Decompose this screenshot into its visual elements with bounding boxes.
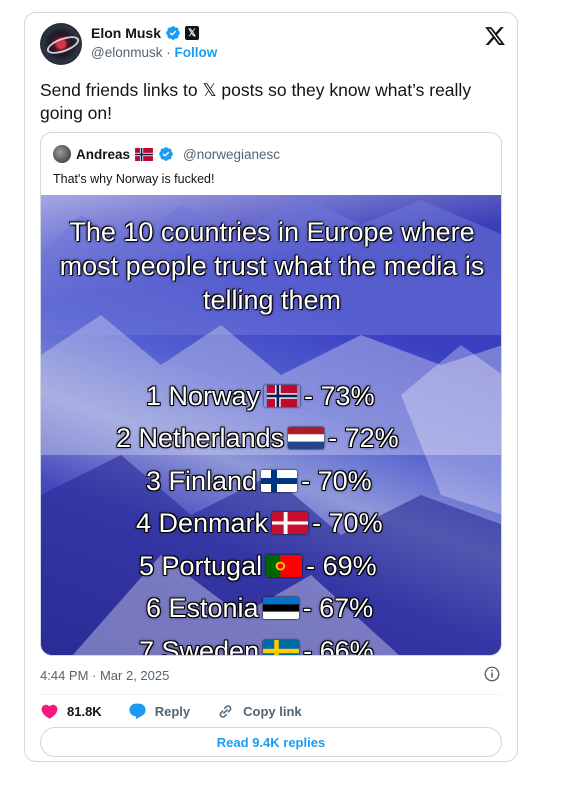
ranking-row: 5 Portugal - 69% <box>139 548 377 584</box>
ranking-row: 1 Norway - 73% <box>146 378 375 414</box>
link-icon <box>219 704 232 718</box>
quoted-post-image[interactable]: The 10 countries in Europe where most pe… <box>41 195 501 656</box>
ranking-label: 6 Estonia <box>146 592 259 623</box>
verified-badge-icon <box>159 147 173 161</box>
ranking-value: - 67% <box>302 592 374 623</box>
ranking-row: 6 Estonia - 67% <box>146 590 373 626</box>
embedded-post-card: Elon Musk 𝕏 @elonmusk · Follow Send frie… <box>24 12 518 762</box>
author-handle[interactable]: @elonmusk <box>91 45 162 60</box>
action-bar: 81.8K Reply Copy link <box>40 701 328 721</box>
x-affiliation-icon: 𝕏 <box>185 26 200 40</box>
like-button[interactable]: 81.8K <box>40 701 102 721</box>
ranking-value: - 70% <box>312 507 383 538</box>
read-replies-button[interactable]: Read 9.4K replies <box>40 727 502 757</box>
ranking-value: - 66% <box>303 635 374 656</box>
reply-button[interactable]: Reply <box>128 701 190 721</box>
denmark-flag-icon <box>272 512 309 534</box>
verified-badge-icon <box>166 26 180 40</box>
reply-bubble-icon <box>129 703 146 719</box>
finland-flag-icon <box>261 470 298 492</box>
ranking-label: 1 Norway <box>146 380 261 411</box>
norway-flag-icon <box>266 385 298 407</box>
ranking-value: - 69% <box>306 550 377 581</box>
quoted-post-header: Andreas @norwegianesc <box>53 145 280 163</box>
post-timestamp[interactable]: 4:44 PM · Mar 2, 2025 <box>40 668 169 683</box>
post-header: Elon Musk 𝕏 @elonmusk · Follow <box>40 23 506 67</box>
ranking-row: 3 Finland - 70% <box>146 463 372 499</box>
ranking-value: - 70% <box>301 465 372 496</box>
ranking-label: 4 Denmark <box>136 507 269 538</box>
ranking-value: - 72% <box>328 422 399 453</box>
follow-button[interactable]: Follow <box>175 45 218 60</box>
ranking-row: 7 Sweden - 66% <box>139 633 374 656</box>
ranking-label: 7 Sweden <box>139 635 260 656</box>
ranking-label: 3 Finland <box>146 465 258 496</box>
divider <box>40 694 502 695</box>
quoted-post[interactable]: Andreas @norwegianesc That's why Norway … <box>40 132 502 656</box>
author-name-row: Elon Musk 𝕏 <box>91 25 200 41</box>
info-icon[interactable] <box>483 665 501 683</box>
quoted-author-name: Andreas <box>76 146 131 162</box>
post-text: Send friends links to 𝕏 posts so they kn… <box>40 80 472 123</box>
quoted-author-handle: @norwegianesc <box>183 146 281 162</box>
ranking-row: 4 Denmark - 70% <box>136 505 383 541</box>
ranking-value: - 73% <box>304 380 375 411</box>
portugal-flag-icon <box>266 555 303 577</box>
author-avatar[interactable] <box>40 23 82 65</box>
estonia-flag-icon <box>262 597 299 619</box>
like-count: 81.8K <box>67 703 102 719</box>
sweden-flag-icon <box>263 640 300 655</box>
ranking-row: 2 Netherlands - 72% <box>116 420 399 456</box>
heart-icon <box>41 704 58 719</box>
quoted-post-text: That's why Norway is fucked! <box>53 172 215 186</box>
ranking-label: 2 Netherlands <box>116 422 285 453</box>
image-title: The 10 countries in Europe where most pe… <box>59 217 485 315</box>
ranking-label: 5 Portugal <box>139 550 263 581</box>
reply-label: Reply <box>154 703 191 719</box>
norway-flag-icon <box>135 147 153 161</box>
author-handle-row: @elonmusk · Follow <box>91 45 217 60</box>
handle-separator: · <box>166 45 171 60</box>
netherlands-flag-icon <box>288 427 325 449</box>
quoted-author-avatar <box>53 145 71 163</box>
x-logo-icon[interactable] <box>484 25 506 47</box>
author-name[interactable]: Elon Musk <box>91 25 161 41</box>
copy-link-button[interactable]: Copy link <box>216 701 302 721</box>
copy-link-label: Copy link <box>243 703 302 719</box>
